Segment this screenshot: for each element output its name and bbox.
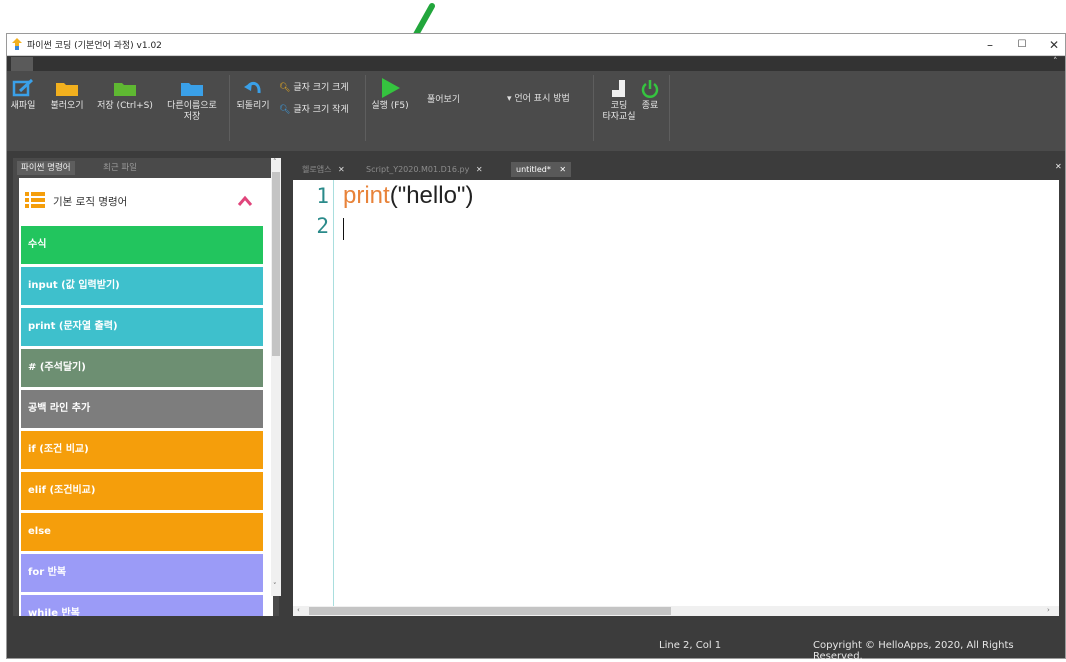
tab-label: 헬로앱스 <box>302 165 332 174</box>
tab-untitled[interactable]: untitled* ✕ <box>511 162 572 177</box>
minimize-button[interactable]: – <box>975 35 1005 55</box>
folder-save-as-icon <box>181 83 203 96</box>
undo-button[interactable]: 되돌리기 <box>233 75 273 147</box>
save-as-button[interactable]: 다른이름으로 저장 <box>161 75 223 147</box>
scroll-left-arrow[interactable]: ‹ <box>297 606 300 614</box>
window-title: 파이썬 코딩 (기본언어 과정) v1.02 <box>27 41 162 51</box>
exit-label: 종료 <box>641 101 659 111</box>
language-display-dropdown[interactable]: ▾ 언어 표시 방법 <box>507 91 570 104</box>
save-button[interactable]: 저장 (Ctrl+S) <box>91 75 159 147</box>
run-label: 실행 (F5) <box>371 101 409 111</box>
play-icon <box>382 78 400 98</box>
close-button[interactable]: ✕ <box>1039 35 1066 55</box>
app-logo-icon <box>12 38 22 50</box>
font-bigger-button[interactable]: 🔍︎ 글자 크기 크게 <box>279 80 349 96</box>
code-function: print <box>343 182 390 209</box>
command-panel: 파이썬 명령어 최근 파일 기본 로직 명령어 수식 input (값 입력받기)… <box>13 158 281 616</box>
ribbon-separator <box>365 75 366 141</box>
command-list: 기본 로직 명령어 수식 input (값 입력받기) print (문자열 출력)… <box>19 178 273 616</box>
save-label: 저장 (Ctrl+S) <box>97 101 153 111</box>
typing-icon <box>612 80 625 97</box>
title-bar: 파이썬 코딩 (기본언어 과정) v1.02 – ☐ ✕ <box>7 34 1065 56</box>
undo-label: 되돌리기 <box>236 101 270 111</box>
line-number: 1 <box>316 184 329 208</box>
font-bigger-label: 글자 크기 크게 <box>293 83 349 93</box>
chevron-up-icon[interactable] <box>237 195 253 207</box>
editor-horizontal-scrollbar[interactable]: ‹ › <box>293 606 1059 616</box>
code-string: "hello" <box>397 182 466 209</box>
new-file-icon <box>12 79 34 97</box>
command-button[interactable]: while 반복 <box>21 595 263 616</box>
tab-close-icon[interactable]: ✕ <box>338 165 345 174</box>
command-button[interactable]: 수식 <box>21 226 263 264</box>
ribbon-collapse-button[interactable]: ˄ <box>1053 57 1058 67</box>
code-paren: ( <box>389 182 398 209</box>
h-scroll-thumb[interactable] <box>309 607 671 615</box>
tab-label: Script_Y2020.M01.D16.py <box>366 165 470 174</box>
open-label: 불러오기 <box>50 101 84 111</box>
command-button[interactable]: input (값 입력받기) <box>21 267 263 305</box>
scroll-thumb[interactable] <box>272 172 280 356</box>
font-dropdown-value: 풀어보기 <box>427 95 461 105</box>
folder-open-icon <box>56 83 78 96</box>
scroll-down-arrow[interactable]: ˅ <box>273 582 277 590</box>
command-button[interactable]: elif (조건비교) <box>21 472 263 510</box>
exit-button[interactable]: 종료 <box>635 75 665 147</box>
power-icon <box>641 80 659 98</box>
code-line[interactable]: print("hello") <box>343 182 473 210</box>
status-bar: Line 2, Col 1 Copyright © HelloApps, 202… <box>7 634 1065 662</box>
new-file-button[interactable]: 새파일 <box>9 75 37 147</box>
category-title: 기본 로직 명령어 <box>53 196 128 208</box>
command-list-scrollbar[interactable]: ˄ ˅ <box>271 158 281 596</box>
ribbon-toolbar: 새파일 불러오기 저장 (Ctrl+S) 다른이름으로 저장 되돌리기 🔍︎ 글… <box>7 71 1065 151</box>
cursor-position: Line 2, Col 1 <box>659 640 722 651</box>
gutter-divider <box>333 180 334 608</box>
run-button[interactable]: 실행 (F5) <box>369 75 411 147</box>
list-icon <box>25 192 45 208</box>
tab-python-commands[interactable]: 파이썬 명령어 <box>17 161 75 175</box>
save-as-label: 다른이름으로 저장 <box>167 101 217 122</box>
font-dropdown[interactable]: 풀어보기 <box>421 91 505 105</box>
tab-recent-files[interactable]: 최근 파일 <box>99 161 141 175</box>
zoom-out-icon: 🔍︎ <box>279 105 291 115</box>
tab-helloapps[interactable]: 헬로앱스 ✕ <box>297 162 350 177</box>
line-number: 2 <box>316 214 329 238</box>
tab-script-file[interactable]: Script_Y2020.M01.D16.py ✕ <box>361 162 488 177</box>
scroll-up-arrow[interactable]: ˄ <box>273 158 277 166</box>
tab-close-icon[interactable]: ✕ <box>559 165 566 174</box>
command-button[interactable]: else <box>21 513 263 551</box>
font-smaller-button[interactable]: 🔍︎ 글자 크기 작게 <box>279 102 349 118</box>
command-button[interactable]: if (조건 비교) <box>21 431 263 469</box>
new-file-label: 새파일 <box>10 101 36 111</box>
command-button[interactable]: for 반복 <box>21 554 263 592</box>
tab-close-icon[interactable]: ✕ <box>476 165 483 174</box>
category-header[interactable]: 기본 로직 명령어 <box>19 178 269 224</box>
text-cursor <box>343 218 344 240</box>
maximize-button[interactable]: ☐ <box>1007 35 1037 55</box>
font-smaller-label: 글자 크기 작게 <box>293 105 349 115</box>
quick-access-tab[interactable] <box>11 57 33 71</box>
command-button[interactable]: # (주석달기) <box>21 349 263 387</box>
ribbon-separator <box>593 75 594 141</box>
command-button[interactable]: print (문자열 출력) <box>21 308 263 346</box>
code-editor[interactable]: 1 2 print("hello") <box>293 180 1059 608</box>
app-window: 파이썬 코딩 (기본언어 과정) v1.02 – ☐ ✕ ˄ 새파일 불러오기 <box>6 33 1066 662</box>
ribbon-separator <box>229 75 230 141</box>
zoom-in-icon: 🔍︎ <box>279 83 291 93</box>
tab-label: untitled* <box>516 165 551 174</box>
folder-save-icon <box>114 83 136 96</box>
editor-tab-bar: 헬로앱스 ✕ Script_Y2020.M01.D16.py ✕ untitle… <box>293 158 1065 178</box>
code-paren: ) <box>465 182 474 209</box>
ribbon-separator <box>669 75 670 141</box>
scroll-right-arrow[interactable]: › <box>1047 606 1050 614</box>
undo-icon <box>244 81 261 94</box>
open-button[interactable]: 불러오기 <box>45 75 89 147</box>
close-all-tabs-icon[interactable]: ✕ <box>1055 162 1062 171</box>
ribbon-header: ˄ <box>7 57 1065 71</box>
command-button[interactable]: 공백 라인 추가 <box>21 390 263 428</box>
